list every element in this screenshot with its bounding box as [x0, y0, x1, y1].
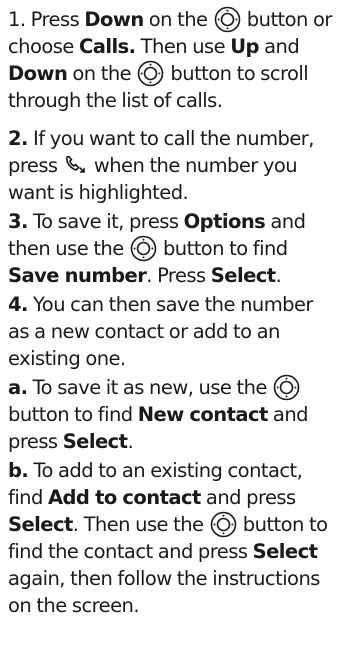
step-text: .: [127, 430, 134, 453]
navigation-button-icon: [210, 511, 237, 538]
step-text: on the: [143, 8, 213, 31]
step-text: . Press: [146, 264, 211, 287]
key-term: Up: [230, 35, 259, 58]
step-text: on the: [67, 62, 137, 85]
navigation-button-icon: [130, 235, 157, 262]
step-1: 1. Press Down on the button or choose Ca…: [8, 6, 338, 114]
key-term: Select: [210, 264, 276, 287]
step-text: . Then use the: [72, 513, 209, 536]
step-text: To save it, press: [27, 210, 184, 233]
step-text: button to find: [157, 237, 288, 260]
step-text: Then use: [135, 35, 231, 58]
step-text: button to find: [8, 403, 138, 426]
step-3: 3. To save it, press Options and then us…: [8, 208, 338, 289]
call-key-icon: [64, 154, 88, 176]
step-a: a. To save it as new, use the button to …: [8, 374, 338, 455]
key-term: Save number: [8, 264, 147, 287]
step-b: b. To add to an existing contact, find A…: [8, 457, 338, 619]
key-term: Down: [84, 8, 144, 31]
navigation-button-icon: [137, 60, 164, 87]
key-term: a.: [8, 376, 28, 399]
key-term: Select: [8, 513, 73, 536]
instructions-page: 1. Press Down on the button or choose Ca…: [0, 0, 346, 652]
step-text: and: [258, 35, 300, 58]
step-4: 4. You can then save the number as a new…: [8, 291, 338, 372]
step-text: again, then follow the instructions on t…: [8, 567, 320, 617]
step-text: To save it as new, use the: [27, 376, 273, 399]
key-term: 2.: [8, 127, 28, 150]
step-text: .: [275, 264, 282, 287]
step-2: 2. If you want to call the number, press…: [8, 125, 338, 206]
key-term: New contact: [137, 403, 269, 426]
navigation-button-icon: [273, 374, 300, 401]
key-term: Calls.: [78, 35, 136, 58]
key-term: Add to contact: [47, 486, 201, 509]
key-term: 4.: [8, 293, 28, 316]
key-term: Select: [252, 540, 318, 563]
step-text: You can then save the number as a new co…: [8, 293, 313, 370]
key-term: b.: [8, 459, 29, 482]
key-term: 3.: [8, 210, 28, 233]
key-term: Down: [8, 62, 68, 85]
navigation-button-icon: [214, 6, 241, 33]
key-term: Options: [183, 210, 266, 233]
key-term: Select: [62, 430, 128, 453]
step-text: 1. Press: [8, 8, 85, 31]
step-text: and press: [200, 486, 296, 509]
